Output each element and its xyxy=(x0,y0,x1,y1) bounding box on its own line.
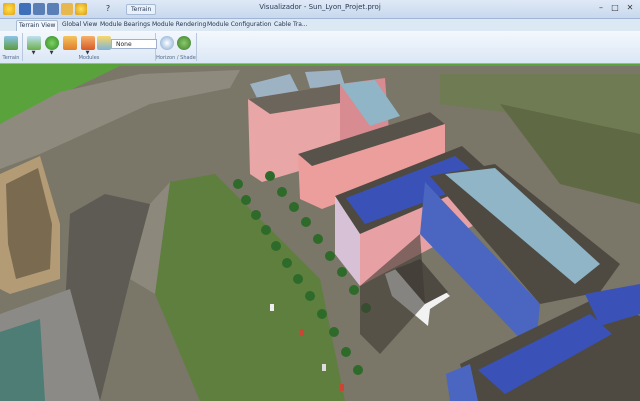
tree-icon[interactable] xyxy=(45,36,59,50)
ribbon-group-horizon: Horizon / Shade xyxy=(156,33,197,61)
tab-cable-tracing[interactable]: Cable Tra... xyxy=(272,20,310,30)
tab-global-view[interactable]: Global View xyxy=(60,20,99,30)
scene-canvas[interactable] xyxy=(0,64,640,401)
tab-module-configuration[interactable]: Module Configuration xyxy=(205,20,273,30)
tab-module-bearings[interactable]: Module Bearings xyxy=(98,20,152,30)
building-icon[interactable] xyxy=(63,36,77,50)
ribbon-tabs: Terrain View Global View Module Bearings… xyxy=(0,19,640,31)
ribbon-group-label: Terrain xyxy=(2,55,20,61)
maximize-button[interactable]: □ xyxy=(608,2,622,14)
ribbon: Terrain ▼ ▼ ▼ None Modules Horizon / Sha… xyxy=(0,31,640,64)
ribbon-group-label: Horizon / Shade xyxy=(156,55,196,61)
tree-icon[interactable] xyxy=(177,36,191,50)
tab-terrain-view[interactable]: Terrain View xyxy=(16,20,59,31)
ribbon-group-terrain: Terrain xyxy=(0,33,23,61)
close-button[interactable]: ✕ xyxy=(623,2,637,14)
terrain-icon[interactable] xyxy=(4,36,18,50)
left-bottom-roof xyxy=(0,319,45,401)
minimize-button[interactable]: – xyxy=(594,2,608,14)
ribbon-group-label: Modules xyxy=(78,55,100,61)
name-select[interactable]: None xyxy=(111,39,157,49)
title-bar: ? Terrain Visualizador - Sun_Lyon_Projet… xyxy=(0,0,640,19)
flat-terrain-icon[interactable] xyxy=(27,36,41,50)
horizon-icon[interactable] xyxy=(160,36,174,50)
tab-module-rendering[interactable]: Module Rendering xyxy=(150,20,208,30)
window-title: Visualizador - Sun_Lyon_Projet.proj xyxy=(259,3,381,11)
roof-module-icon[interactable] xyxy=(97,36,111,50)
3d-viewport[interactable] xyxy=(0,64,640,401)
house-icon[interactable] xyxy=(81,36,95,50)
ribbon-group-modules: ▼ ▼ ▼ None Modules xyxy=(23,33,157,61)
